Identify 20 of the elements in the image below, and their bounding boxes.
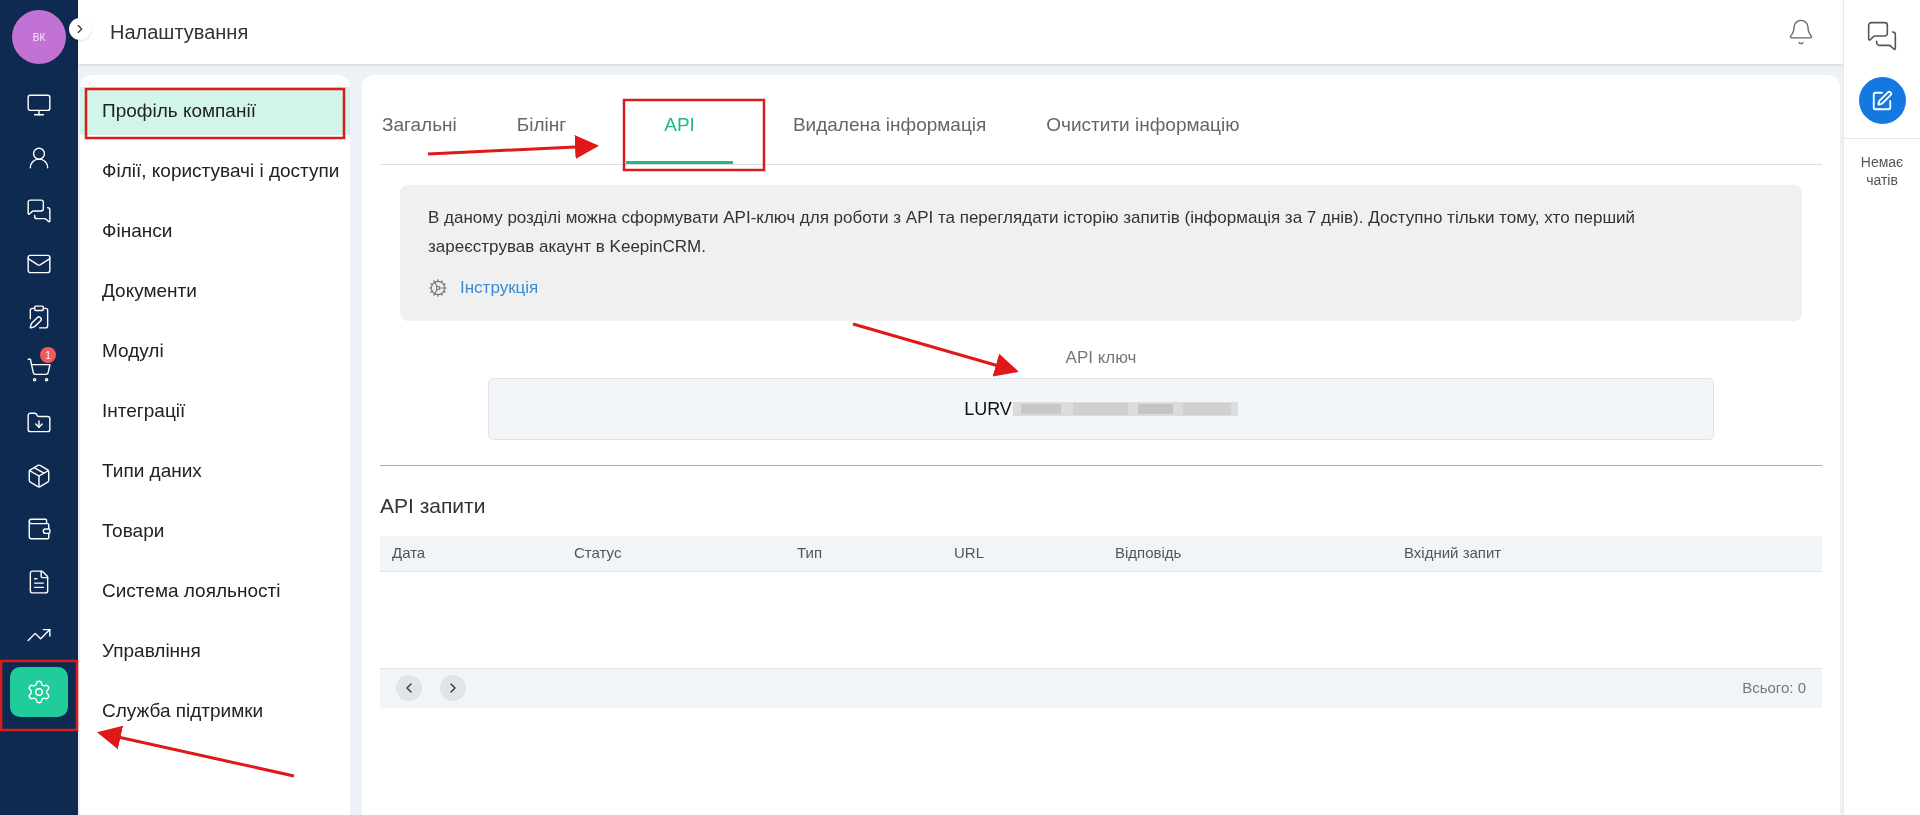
column-header: URL — [954, 544, 984, 561]
tab[interactable]: Очистити інформацію — [1046, 93, 1240, 164]
count-badge: 1 — [40, 347, 56, 363]
column-header: Відповідь — [1115, 544, 1182, 561]
tab[interactable]: Загальні — [382, 93, 457, 164]
tab[interactable]: Видалена інформація — [792, 93, 987, 164]
empty-chats-text: Немає чатів — [1859, 153, 1905, 189]
column-header: Статус — [574, 544, 622, 561]
total-count: Всього: 0 — [1742, 677, 1806, 698]
api-key-label: API ключ — [1065, 346, 1137, 369]
page-title: Налаштування — [110, 20, 249, 45]
api-key-field[interactable]: LURV — [488, 378, 1714, 440]
info-text: В даному розділі можна сформувати API-ключ для роботи з API та переглядати історію запитів (інформація за 7 днів). Доступно тільки тому, хто перший зареєстрував акаунт в KeepinCRM. — [428, 207, 1637, 258]
menu-item[interactable]: Профіль компанії — [80, 87, 350, 135]
section-title: API запити — [380, 493, 487, 519]
api-key-value: LURV — [964, 397, 1012, 421]
tab[interactable]: Білінг — [516, 93, 567, 164]
column-header: Дата — [392, 544, 426, 561]
column-header: Вхідний запит — [1404, 544, 1502, 561]
column-header: Тип — [797, 544, 822, 561]
